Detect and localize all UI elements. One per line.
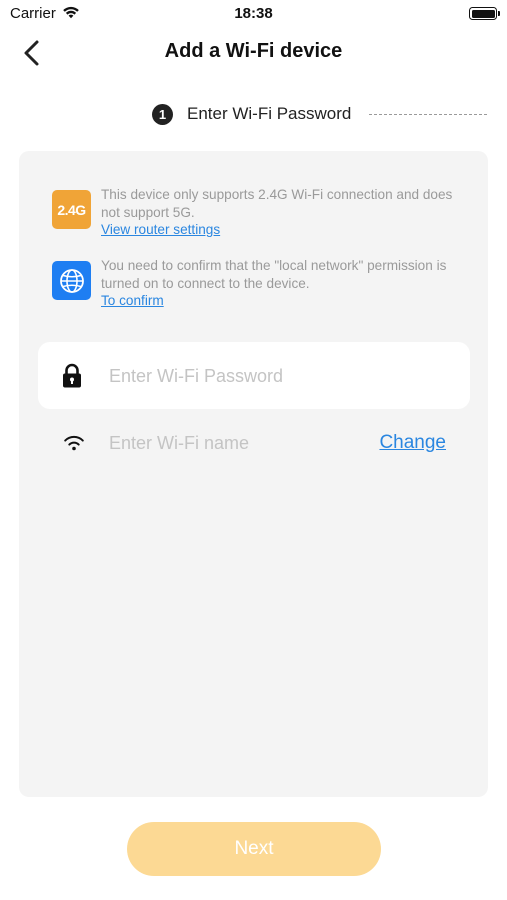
wifi-setup-card: 2.4G This device only supports 2.4G Wi-F… (19, 151, 488, 797)
lock-icon (63, 363, 81, 388)
status-bar: Carrier 18:38 (0, 0, 507, 28)
notice-local-network: You need to confirm that the "local netw… (52, 257, 462, 310)
page-title: Add a Wi-Fi device (164, 40, 343, 62)
view-router-settings-link[interactable]: View router settings (101, 221, 220, 239)
notice-text: You need to confirm that the "local netw… (101, 257, 462, 310)
badge-2-4g-icon: 2.4G (52, 190, 91, 229)
notice-text: This device only supports 2.4G Wi-Fi con… (101, 186, 462, 239)
step-progress-line (369, 114, 487, 115)
notice-message: You need to confirm that the "local netw… (101, 258, 447, 291)
step-indicator: 1 Enter Wi-Fi Password (152, 103, 351, 125)
step-number: 1 (152, 103, 173, 125)
wifi-password-input[interactable] (109, 354, 449, 398)
battery-icon (469, 7, 500, 20)
wifi-name-input[interactable] (109, 425, 339, 461)
wifi-icon (64, 436, 84, 451)
status-time: 18:38 (234, 5, 273, 22)
to-confirm-link[interactable]: To confirm (101, 292, 164, 310)
step-label: Enter Wi-Fi Password (187, 104, 352, 123)
notice-2-4g: 2.4G This device only supports 2.4G Wi-F… (52, 186, 462, 239)
notice-message: This device only supports 2.4G Wi-Fi con… (101, 187, 453, 220)
globe-icon (52, 261, 91, 300)
wifi-password-field[interactable] (38, 342, 470, 409)
change-wifi-link[interactable]: Change (379, 432, 446, 454)
wifi-name-row: Change (38, 423, 470, 463)
next-button[interactable]: Next (127, 822, 381, 876)
